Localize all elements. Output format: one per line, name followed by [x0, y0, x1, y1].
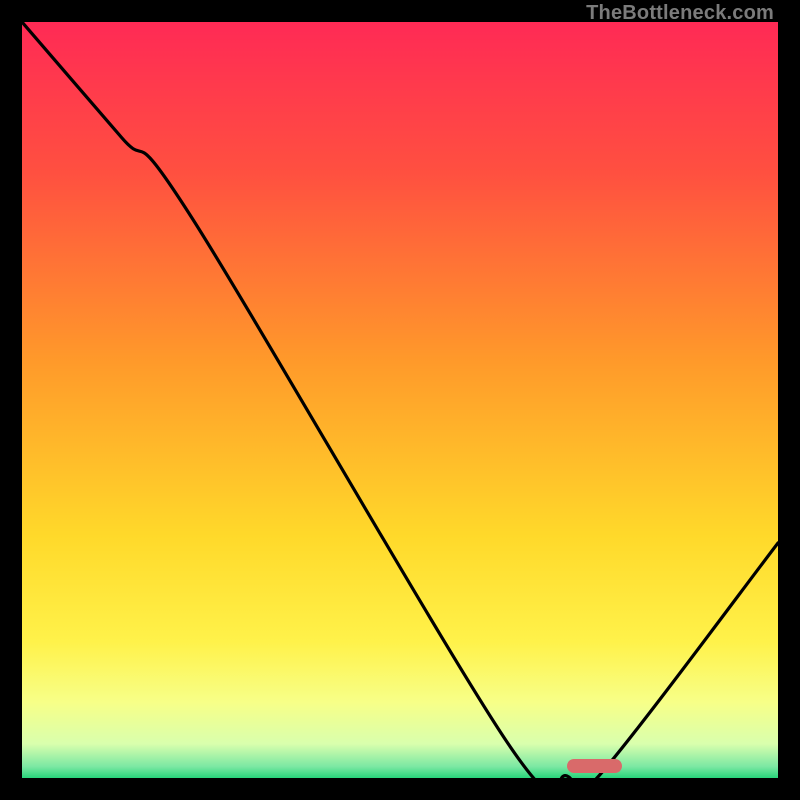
chart-background [22, 22, 778, 778]
bottleneck-chart [22, 22, 778, 778]
optimal-marker [567, 759, 622, 773]
chart-frame [22, 22, 778, 778]
watermark-text: TheBottleneck.com [586, 2, 774, 25]
